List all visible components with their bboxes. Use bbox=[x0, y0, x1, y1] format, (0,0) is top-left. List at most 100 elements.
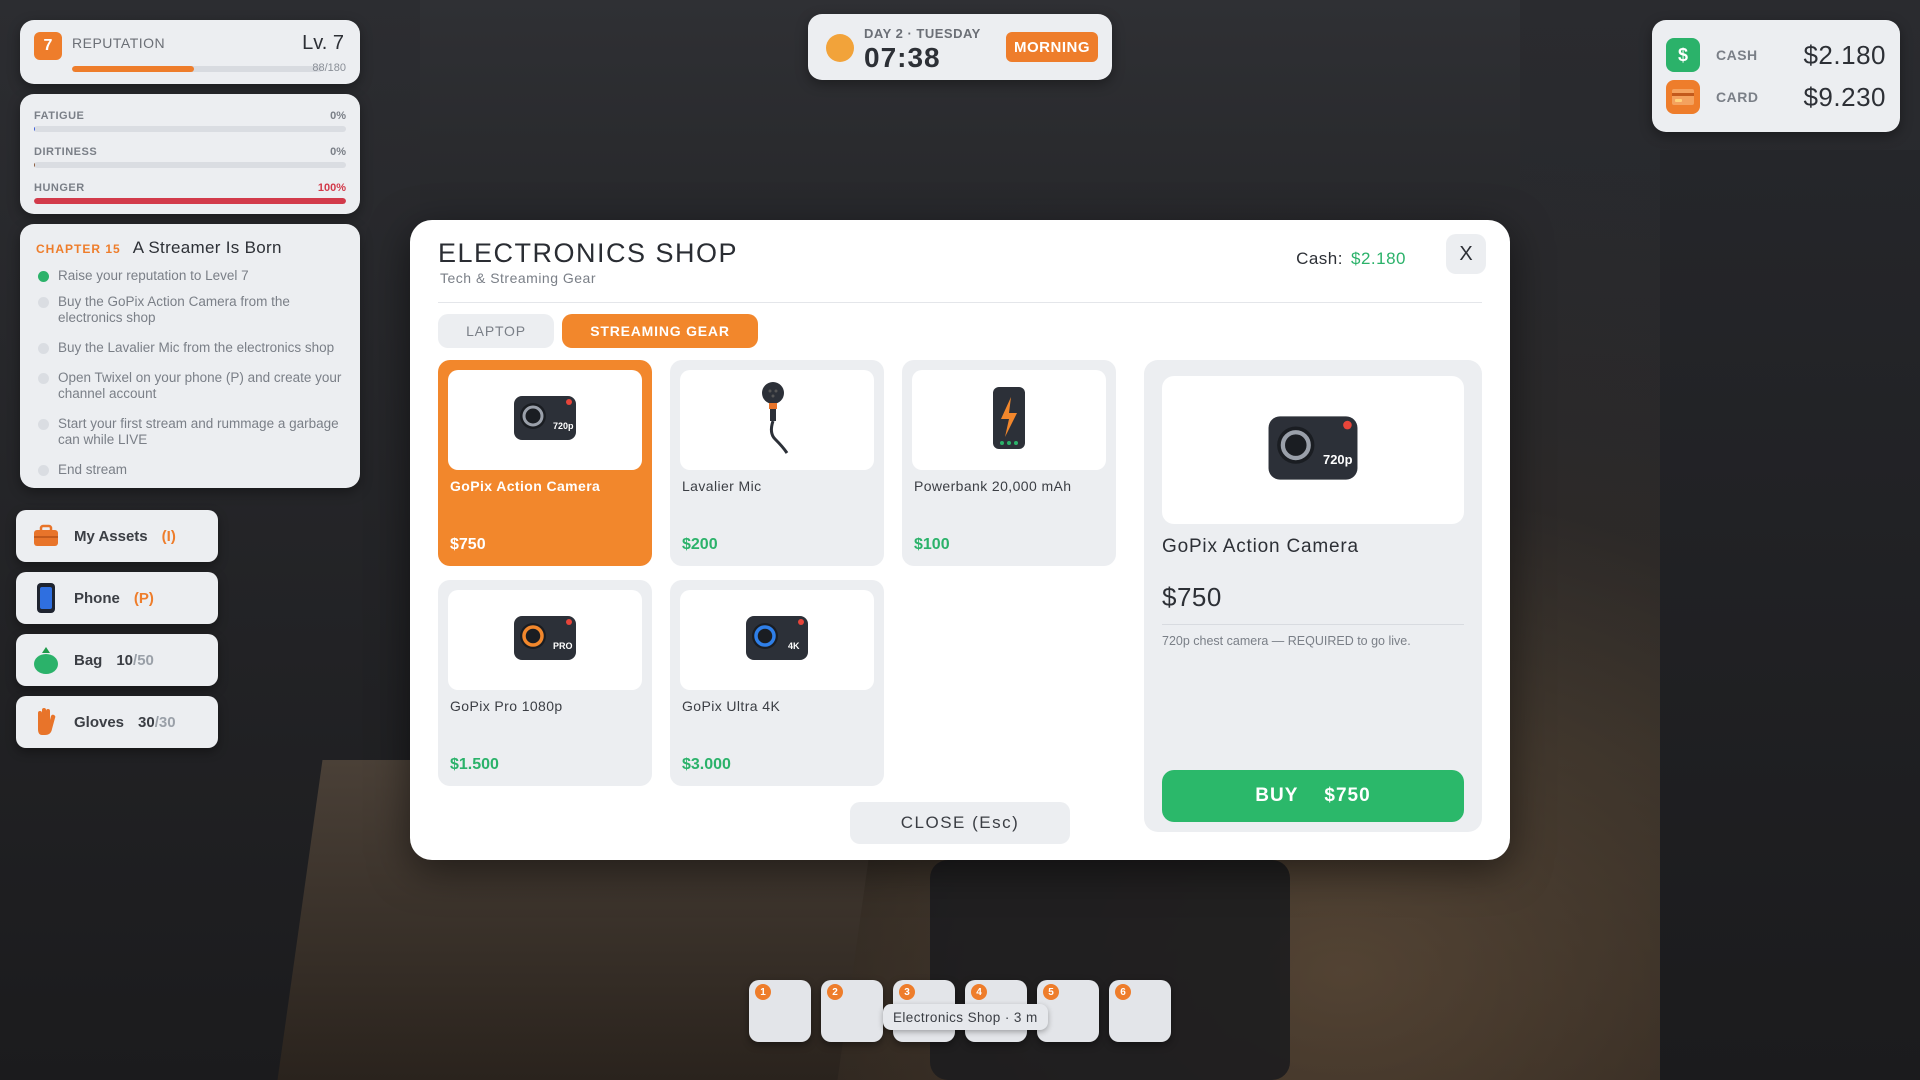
cash-label: CASH bbox=[1716, 47, 1758, 63]
item-price: $1.500 bbox=[450, 756, 499, 773]
stat-value: 0% bbox=[330, 110, 346, 122]
quest-item: Start your first stream and rummage a ga… bbox=[36, 416, 344, 448]
tab-streaming-gear[interactable]: STREAMING GEAR bbox=[562, 314, 758, 348]
slot-number: 5 bbox=[1043, 984, 1059, 1000]
quest-item-text: End stream bbox=[58, 462, 128, 477]
quest-pending-dot bbox=[38, 373, 49, 384]
bag-label: Bag bbox=[74, 651, 103, 669]
shop-item-gopix-action-camera[interactable]: 720p GoPix Action Camera $750 bbox=[438, 360, 652, 566]
bag-count: 10 bbox=[116, 651, 134, 669]
stat-fill bbox=[34, 198, 346, 204]
buy-button[interactable]: BUY $750 bbox=[1162, 770, 1464, 822]
reputation-panel: 7 REPUTATION Lv. 7 88/180 bbox=[20, 20, 360, 84]
shop-item-gopix-pro-1080p[interactable]: PRO GoPix Pro 1080p $1.500 bbox=[438, 580, 652, 786]
quest-item: End stream bbox=[36, 462, 344, 478]
bag-max: /50 bbox=[133, 651, 154, 669]
shop-subtitle: Tech & Streaming Gear bbox=[440, 270, 597, 286]
clock-day: DAY 2 · TUESDAY bbox=[864, 26, 981, 41]
close-x-button[interactable]: X bbox=[1446, 234, 1486, 274]
gloves-label: Gloves bbox=[74, 713, 125, 731]
item-image: PRO bbox=[448, 590, 642, 690]
sun-icon bbox=[826, 34, 854, 62]
buy-price: $750 bbox=[1324, 785, 1371, 806]
item-price: $200 bbox=[682, 536, 718, 553]
cash-value: $2.180 bbox=[1803, 39, 1886, 70]
svg-text:4K: 4K bbox=[788, 641, 800, 651]
quest-item-text: Start your first stream and rummage a ga… bbox=[58, 416, 339, 447]
header-divider bbox=[438, 302, 1482, 303]
bag-button[interactable]: Bag 10/50 bbox=[16, 634, 218, 686]
slot-number: 3 bbox=[899, 984, 915, 1000]
detail-divider bbox=[1162, 624, 1464, 625]
gloves-button[interactable]: Gloves 30/30 bbox=[16, 696, 218, 748]
stats-panel: FATIGUE 0% DIRTINESS 0% HUNGER 100% bbox=[20, 94, 360, 214]
item-price: $750 bbox=[450, 536, 486, 553]
item-name: Lavalier Mic bbox=[682, 478, 762, 494]
quest-pending-dot bbox=[38, 419, 49, 430]
slot-number: 2 bbox=[827, 984, 843, 1000]
svg-text:PRO: PRO bbox=[553, 641, 573, 651]
item-price: $3.000 bbox=[682, 756, 731, 773]
gloves-max: /30 bbox=[154, 713, 176, 731]
shop-item-powerbank[interactable]: Powerbank 20,000 mAh $100 bbox=[902, 360, 1116, 566]
cash-row: $ CASH $2.180 bbox=[1666, 34, 1886, 76]
item-image bbox=[680, 370, 874, 470]
shop-item-lavalier-mic[interactable]: Lavalier Mic $200 bbox=[670, 360, 884, 566]
detail-item-price: $750 bbox=[1162, 582, 1222, 612]
shortcut-key: (I) bbox=[161, 527, 176, 545]
hotbar-slot[interactable]: 1 bbox=[749, 980, 811, 1042]
stat-label: HUNGER bbox=[34, 182, 85, 194]
quest-chapter: CHAPTER 15 bbox=[36, 242, 121, 256]
my-assets-button[interactable]: My Assets (I) bbox=[16, 510, 218, 562]
card-value: $9.230 bbox=[1803, 81, 1886, 112]
quest-item-text: Open Twixel on your phone (P) and create… bbox=[58, 370, 342, 401]
tab-laptop[interactable]: LAPTOP bbox=[438, 314, 554, 348]
shop-cash: Cash: $2.180 bbox=[1296, 249, 1406, 269]
reputation-progress-text: 88/180 bbox=[312, 62, 346, 74]
quest-panel: CHAPTER 15 A Streamer Is Born Raise your… bbox=[20, 224, 360, 488]
microphone-icon bbox=[757, 381, 797, 460]
camera-icon: PRO bbox=[513, 614, 577, 667]
reputation-progress-fill bbox=[72, 66, 195, 72]
credit-card-icon bbox=[1666, 80, 1700, 114]
glove-icon bbox=[32, 707, 60, 737]
quest-item-text: Buy the GoPix Action Camera from the ele… bbox=[58, 294, 290, 325]
quest-item: Open Twixel on your phone (P) and create… bbox=[36, 370, 344, 402]
shortcut-key: (P) bbox=[133, 589, 154, 607]
hotbar-slot[interactable]: 2 bbox=[821, 980, 883, 1042]
item-name: GoPix Pro 1080p bbox=[450, 698, 563, 714]
quest-item: Buy the GoPix Action Camera from the ele… bbox=[36, 294, 344, 326]
my-assets-label: My Assets bbox=[74, 527, 148, 545]
phone-button[interactable]: Phone (P) bbox=[16, 572, 218, 624]
quest-title: A Streamer Is Born bbox=[132, 238, 282, 257]
location-tooltip: Electronics Shop · 3 m bbox=[883, 1004, 1048, 1030]
reputation-level: Lv. 7 bbox=[302, 32, 344, 54]
item-image: 720p bbox=[448, 370, 642, 470]
card-row: CARD $9.230 bbox=[1666, 76, 1886, 118]
camera-icon: 4K bbox=[745, 614, 809, 667]
quest-item-text: Buy the Lavalier Mic from the electronic… bbox=[58, 340, 335, 355]
item-image bbox=[912, 370, 1106, 470]
clock-panel: DAY 2 · TUESDAY 07:38 MORNING bbox=[808, 14, 1112, 80]
reputation-badge: 7 bbox=[34, 32, 62, 60]
item-name: GoPix Action Camera bbox=[450, 478, 601, 494]
quest-pending-dot bbox=[38, 343, 49, 354]
quest-item-text: Raise your reputation to Level 7 bbox=[58, 268, 249, 283]
shop-item-gopix-ultra-4k[interactable]: 4K GoPix Ultra 4K $3.000 bbox=[670, 580, 884, 786]
svg-text:720p: 720p bbox=[1323, 451, 1353, 466]
item-name: GoPix Ultra 4K bbox=[682, 698, 781, 714]
money-panel: $ CASH $2.180 CARD $9.230 bbox=[1652, 20, 1900, 132]
background-doorway bbox=[1660, 150, 1920, 1080]
stat-bar bbox=[34, 126, 346, 132]
item-name: Powerbank 20,000 mAh bbox=[914, 478, 1072, 494]
slot-number: 6 bbox=[1115, 984, 1131, 1000]
detail-image: 720p bbox=[1162, 376, 1464, 524]
stat-bar bbox=[34, 198, 346, 204]
background-cash-register bbox=[930, 860, 1290, 1080]
detail-item-name: GoPix Action Camera bbox=[1162, 536, 1359, 557]
close-button[interactable]: CLOSE (Esc) bbox=[850, 802, 1070, 844]
stat-dirtiness: DIRTINESS 0% bbox=[34, 142, 346, 178]
stat-value: 0% bbox=[330, 146, 346, 158]
stat-fill bbox=[34, 126, 36, 132]
hotbar-slot[interactable]: 6 bbox=[1109, 980, 1171, 1042]
